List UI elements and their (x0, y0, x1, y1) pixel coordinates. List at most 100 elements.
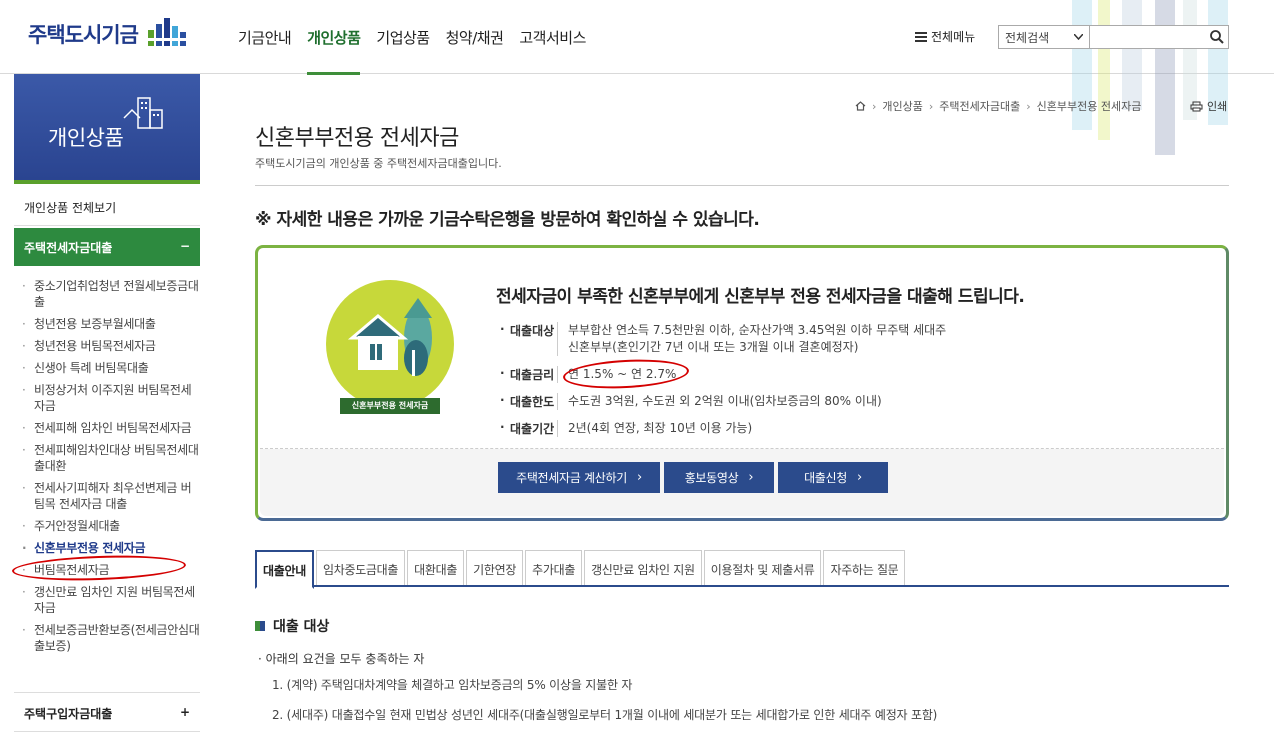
gnb-item-fund-info[interactable]: 기금안내 (238, 0, 292, 74)
page-title: 신혼부부전용 전세자금 (255, 126, 459, 151)
detail-row-target: 대출대상 부부합산 연소득 7.5천만원 이하, 순자산가액 3.45억원 이하… (496, 322, 946, 356)
gnb-item-corporate[interactable]: 기업상품 (376, 0, 430, 74)
sidebar-item[interactable]: 버팀목전세자금 (14, 562, 200, 578)
sidebar-item[interactable]: 갱신만료 임차인 지원 버팀목전세자금 (14, 584, 200, 616)
chevron-right-icon: › (1026, 99, 1031, 113)
logo-text: 주택도시기금 (28, 23, 139, 47)
search-scope-value: 전체검색 (1005, 30, 1050, 45)
chevron-right-icon: › (637, 470, 642, 485)
tab-procedure[interactable]: 이용절차 및 제출서류 (703, 550, 822, 585)
detail-key: 대출대상 (496, 322, 558, 356)
detail-value: 수도권 3억원, 수도권 외 2억원 이내(임차보증금의 80% 이내) (568, 394, 882, 408)
print-button[interactable]: 인쇄 (1190, 98, 1227, 114)
condition-item: 1. (계약) 주택임대차계약을 체결하고 임차보증금의 5% 이상을 지불한 … (272, 678, 633, 692)
detail-value: 2년(4회 연장, 최장 10년 이용 가능) (568, 421, 753, 435)
divider (255, 185, 1229, 186)
chevron-right-icon: › (748, 470, 754, 485)
hamburger-icon (915, 31, 927, 42)
tab-interim-loan[interactable]: 임차중도금대출 (315, 550, 406, 585)
collapse-icon: − (179, 239, 190, 253)
sidebar-item[interactable]: 전세보증금반환보증(전세금안심대출보증) (14, 622, 200, 654)
sidebar-group-label: 주택구입자금대출 (24, 707, 113, 721)
detail-key: 대출기간 (496, 420, 558, 437)
gnb-item-customer[interactable]: 고객서비스 (519, 0, 586, 74)
content-tabs: 대출안내 임차중도금대출 대환대출 기한연장 추가대출 갱신만료 임차인 지원 … (255, 550, 1229, 589)
breadcrumb-item-current: 신혼부부전용 전세자금 (1036, 100, 1142, 113)
section-title-text: 대출 대상 (273, 619, 330, 635)
detail-row-period: 대출기간 2년(4회 연장, 최장 10년 이용 가능) (496, 420, 946, 437)
house-icon (347, 298, 432, 376)
detail-value: 연 1.5% ~ 연 2.7% (568, 367, 677, 381)
sidebar-item[interactable]: 주거안정월세대출 (14, 518, 200, 534)
tab-refinance[interactable]: 대환대출 (407, 550, 465, 585)
all-menu-button[interactable]: 전체메뉴 (915, 28, 975, 45)
detail-row-limit: 대출한도 수도권 3억원, 수도권 외 2억원 이내(임차보증금의 80% 이내… (496, 393, 946, 410)
tab-faq[interactable]: 자주하는 질문 (823, 550, 906, 585)
breadcrumb-item[interactable]: 개인상품 (882, 98, 922, 114)
section-title: 대출 대상 (255, 616, 329, 636)
chevron-right-icon: › (928, 99, 934, 113)
detail-key: 대출한도 (496, 393, 558, 410)
sidebar-group-jeonse[interactable]: 주택전세자금대출 − (14, 228, 200, 266)
chevron-right-icon: › (872, 99, 877, 113)
calculator-button[interactable]: 주택전세자금 계산하기 › (498, 462, 660, 493)
sidebar-item[interactable]: 전세사기피해자 최우선변제금 버팀목 전세자금 대출 (14, 480, 200, 512)
section-condition: · 아래의 요건을 모두 충족하는 자 (258, 652, 425, 666)
sidebar-item[interactable]: 전세피해 임차인 버팀목전세자금 (14, 420, 200, 436)
sidebar-item[interactable]: 청년전용 보증부월세대출 (14, 316, 200, 332)
detail-row-rate: 대출금리 연 1.5% ~ 연 2.7% (496, 366, 946, 383)
product-summary-box: 신혼부부전용 전세자금 전세자금이 부족한 신혼부부에게 신혼부부 전용 전세자… (255, 245, 1229, 521)
sidebar-all-products[interactable]: 개인상품 전체보기 (14, 186, 200, 226)
search-scope-select[interactable]: 전체검색 (998, 25, 1090, 49)
printer-icon (1190, 101, 1203, 111)
detail-key: 대출금리 (496, 366, 558, 383)
detail-value-line: 신혼부부(혼인기간 7년 이내 또는 3개월 이내 결혼예정자) (568, 340, 859, 354)
page-description: 주택도시기금의 개인상품 중 주택전세자금대출입니다. (255, 157, 502, 170)
detail-value-line: 부부합산 연소득 7.5천만원 이하, 순자산가액 3.45억원 이하 무주택 … (568, 323, 947, 337)
notice-text: ※ 자세한 내용은 가까운 기금수탁은행을 방문하여 확인하실 수 있습니다. (255, 210, 760, 230)
search-input[interactable] (1089, 25, 1229, 49)
chevron-down-icon (1074, 34, 1083, 40)
sidebar-item-active[interactable]: 신혼부부전용 전세자금 (14, 540, 200, 556)
sidebar-item[interactable]: 신생아 특례 버팀목대출 (14, 360, 200, 376)
sidebar-item[interactable]: 중소기업취업청년 전월세보증금대출 (14, 278, 200, 310)
gnb-item-subscription[interactable]: 청약/채권 (446, 0, 504, 74)
sidebar-group-purchase[interactable]: 주택구입자금대출 + (14, 692, 200, 732)
sidebar-submenu: 중소기업취업청년 전월세보증금대출 청년전용 보증부월세대출 청년전용 버팀목전… (14, 278, 200, 660)
decor-bar (1155, 0, 1175, 155)
detail-value: 부부합산 연소득 7.5천만원 이하, 순자산가액 3.45억원 이하 무주택 … (568, 322, 946, 356)
button-label: 대출신청 (804, 471, 848, 485)
global-nav: 기금안내 개인상품 기업상품 청약/채권 고객서비스 (238, 0, 602, 75)
product-badge: 신혼부부전용 전세자금 (340, 398, 440, 414)
print-label: 인쇄 (1207, 100, 1228, 113)
tab-renewal-support[interactable]: 갱신만료 임차인 지원 (584, 550, 702, 585)
tab-extension[interactable]: 기한연장 (466, 550, 524, 585)
product-details: 대출대상 부부합산 연소득 7.5천만원 이하, 순자산가액 3.45억원 이하… (496, 322, 946, 447)
loan-apply-button[interactable]: 대출신청 › (778, 462, 888, 493)
expand-icon: + (179, 705, 190, 719)
sidebar-item[interactable]: 비정상거처 이주지원 버팀목전세자금 (14, 382, 200, 414)
product-illustration (326, 280, 454, 408)
home-icon[interactable] (855, 101, 866, 111)
header: 주택도시기금 기금안내 개인상품 기업상품 청약/채권 고객서비스 전체메뉴 전… (0, 0, 1274, 155)
chevron-right-icon: › (857, 470, 862, 485)
logo[interactable]: 주택도시기금 (28, 14, 190, 54)
tab-loan-guide[interactable]: 대출안내 (255, 550, 314, 589)
button-label: 주택전세자금 계산하기 (516, 471, 627, 485)
condition-item: 2. (세대주) 대출접수일 현재 민법상 성년인 세대주(대출실행일로부터 1… (272, 708, 938, 722)
building-icon (123, 97, 163, 129)
tab-additional[interactable]: 추가대출 (525, 550, 583, 585)
search-icon[interactable] (1210, 30, 1224, 44)
breadcrumb-item[interactable]: 주택전세자금대출 (939, 98, 1020, 114)
product-headline: 전세자금이 부족한 신혼부부에게 신혼부부 전용 전세자금을 대출해 드립니다. (496, 287, 1025, 307)
condition-text: 아래의 요건을 모두 충족하는 자 (265, 652, 425, 666)
sidebar-item[interactable]: 전세피해임차인대상 버팀목전세대출대환 (14, 442, 200, 474)
decor-bar (1098, 0, 1110, 140)
promo-video-button[interactable]: 홍보동영상 › (664, 462, 774, 493)
sidebar-item[interactable]: 청년전용 버팀목전세자금 (14, 338, 200, 354)
button-label: 홍보동영상 (684, 471, 739, 485)
gnb-item-personal[interactable]: 개인상품 (307, 0, 361, 75)
logo-mark-icon (145, 18, 190, 46)
book-icon (255, 621, 265, 631)
decor-bar (1122, 0, 1142, 110)
